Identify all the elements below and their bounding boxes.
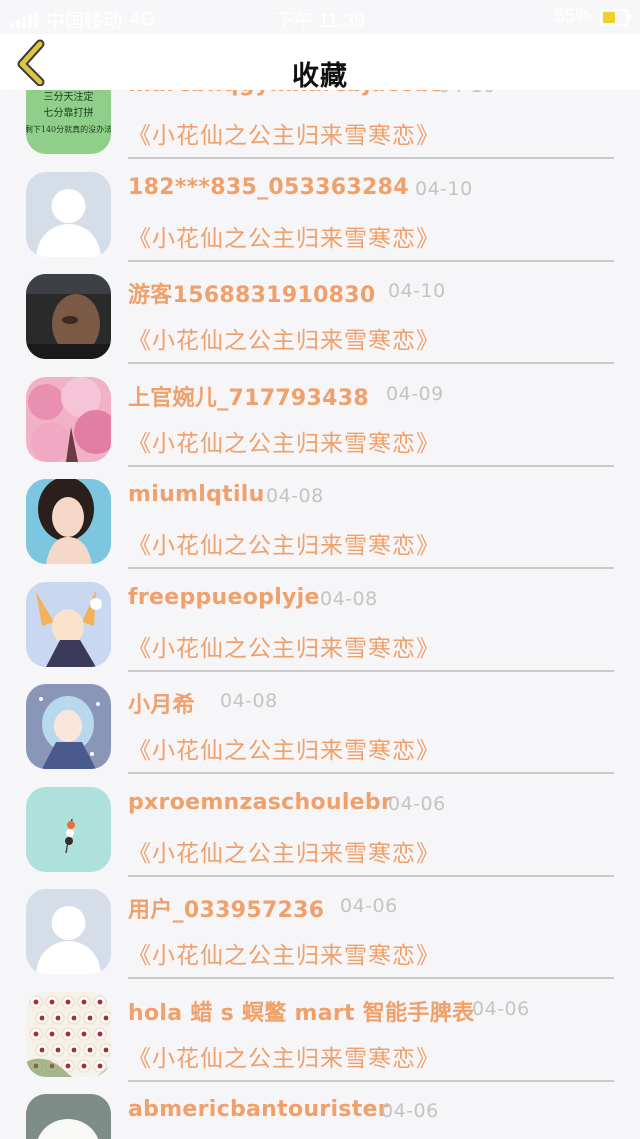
user-name: 小月希 — [128, 693, 195, 718]
row-divider — [128, 259, 614, 262]
navigation-bar: 收藏 — [0, 34, 640, 92]
row-divider — [128, 1079, 614, 1082]
book-title-link[interactable]: 《小花仙之公主归来雪寒恋》 — [128, 116, 440, 150]
favorite-row[interactable]: hola 蜡 s 螟鳖 mart 智能手脾表 04-06 《小花仙之公主归来雪寒恋》 — [0, 981, 640, 1082]
row-divider — [128, 567, 614, 569]
row-divider — [128, 362, 614, 364]
favorite-date: 04-08 — [266, 485, 324, 507]
book-title-link[interactable]: 《小花仙之公主归来雪寒恋》 — [128, 629, 440, 663]
status-bar: 中国移动 4G 下午 11:39 55% — [0, 0, 640, 34]
svg-text:剩下140分就真的没办法: 剩下140分就真的没办法 — [26, 124, 111, 134]
book-title-link[interactable]: 《小花仙之公主归来雪寒恋》 — [128, 1039, 440, 1073]
user-name: 游客1568831910830 — [128, 283, 376, 308]
book-title-link[interactable]: 《小花仙之公主归来雪寒恋》 — [128, 731, 440, 765]
user-avatar[interactable] — [26, 171, 111, 257]
favorite-date: 04-06 — [340, 895, 398, 917]
battery-area: 55% — [553, 6, 631, 28]
favorite-date: 04-08 — [220, 690, 278, 712]
user-name: 上官婉儿_717793438 — [128, 385, 369, 411]
favorites-screen: 数学这东西三分天注定七分靠打拼剩下140分就真的没办法marcbnqgymxar… — [0, 0, 640, 1139]
user-name: 182***835_053363284 — [128, 174, 409, 200]
svg-text:七分靠打拼: 七分靠打拼 — [44, 106, 94, 119]
favorite-row[interactable]: 用户_033957236 04-06 《小花仙之公主归来雪寒恋》 — [0, 878, 640, 979]
user-avatar[interactable] — [26, 274, 111, 359]
favorite-date: 04-09 — [386, 382, 444, 405]
favorite-row[interactable]: 182***835_053363284 04-10 《小花仙之公主归来雪寒恋》 — [0, 161, 640, 262]
favorite-row[interactable]: miumlqtilu 04-08 《小花仙之公主归来雪寒恋》 — [0, 468, 640, 569]
favorite-row[interactable]: abmericbantourister04-06《小花仙之公主归来雪寒恋》 — [0, 1083, 640, 1139]
user-avatar[interactable] — [26, 786, 111, 872]
book-title-link[interactable]: 《小花仙之公主归来雪寒恋》 — [128, 936, 440, 970]
favorite-row[interactable]: 小月希 04-08 《小花仙之公主归来雪寒恋》 — [0, 673, 640, 774]
favorite-date: 04-10 — [388, 280, 446, 302]
user-avatar[interactable] — [26, 684, 111, 769]
battery-icon — [600, 8, 631, 26]
book-title-link[interactable]: 《小花仙之公主归来雪寒恋》 — [128, 526, 440, 560]
clock: 下午 11:39 — [275, 11, 365, 32]
row-divider — [128, 669, 614, 672]
battery-percent: 55% — [553, 6, 592, 27]
favorite-date: 04-06 — [472, 997, 530, 1020]
user-name: hola 蜡 s 螟鳖 mart 智能手脾表 — [128, 1000, 475, 1026]
user-avatar[interactable] — [26, 1094, 111, 1139]
user-name: abmericbantourister — [128, 1097, 389, 1122]
row-divider — [128, 157, 614, 159]
user-name: freeppueoplyje — [128, 584, 320, 610]
user-avatar[interactable] — [26, 479, 111, 564]
favorite-date: 04-10 — [415, 177, 473, 200]
row-divider — [128, 772, 614, 774]
favorite-row[interactable]: pxroemnzaschoulebr 04-06 《小花仙之公主归来雪寒恋》 — [0, 776, 640, 877]
row-divider — [128, 977, 614, 979]
battery-level — [603, 11, 615, 23]
row-divider — [128, 464, 614, 467]
book-title-link[interactable]: 《小花仙之公主归来雪寒恋》 — [128, 219, 440, 253]
page-title: 收藏 — [292, 61, 348, 92]
book-title-link[interactable]: 《小花仙之公主归来雪寒恋》 — [128, 424, 440, 458]
user-name: 用户_033957236 — [128, 898, 325, 923]
favorite-row[interactable]: freeppueoplyje 04-08 《小花仙之公主归来雪寒恋》 — [0, 571, 640, 672]
favorite-date: 04-06 — [381, 1100, 439, 1122]
book-title-link[interactable]: 《小花仙之公主归来雪寒恋》 — [128, 321, 440, 355]
user-avatar[interactable] — [26, 581, 111, 667]
user-name: pxroemnzaschoulebr — [128, 789, 393, 815]
user-avatar[interactable] — [26, 991, 111, 1077]
user-avatar[interactable] — [26, 376, 111, 462]
row-divider — [128, 874, 614, 877]
user-name: miumlqtilu — [128, 482, 265, 507]
favorite-date: 04-08 — [320, 587, 378, 610]
book-title-link[interactable]: 《小花仙之公主归来雪寒恋》 — [128, 834, 440, 868]
favorite-row[interactable]: 上官婉儿_717793438 04-09 《小花仙之公主归来雪寒恋》 — [0, 366, 640, 467]
user-avatar[interactable] — [26, 889, 111, 974]
favorite-date: 04-06 — [388, 792, 446, 815]
favorite-row[interactable]: 游客1568831910830 04-10 《小花仙之公主归来雪寒恋》 — [0, 263, 640, 364]
